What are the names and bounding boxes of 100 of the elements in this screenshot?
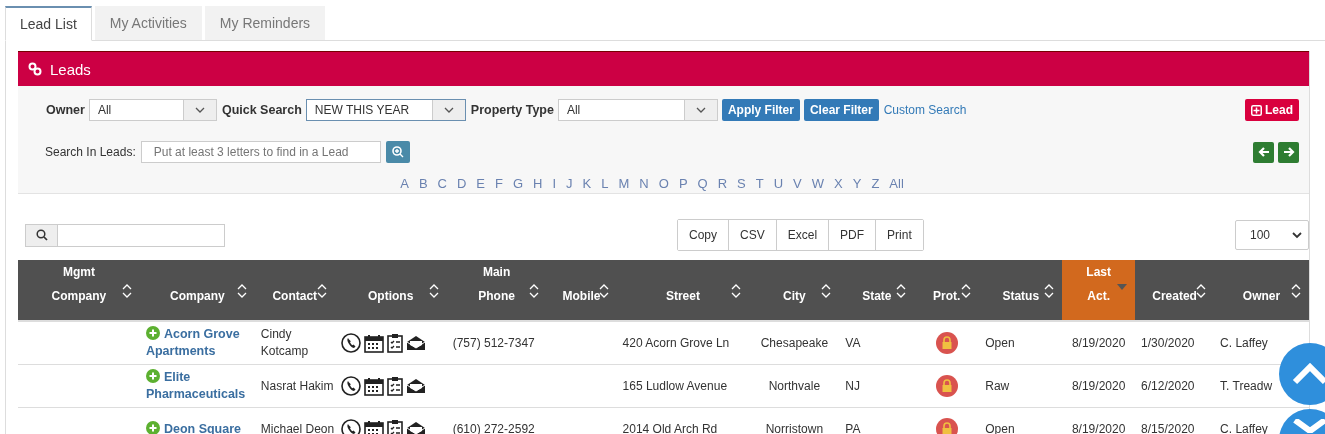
column-header[interactable]: Main Phone xyxy=(446,260,547,320)
tab[interactable]: My Activities xyxy=(94,6,202,40)
letter-link[interactable]: D xyxy=(454,176,469,191)
tab[interactable]: Lead List xyxy=(5,6,92,41)
sort-icon xyxy=(1291,284,1301,298)
column-header[interactable]: Last Act. xyxy=(1062,260,1136,320)
letter-link[interactable]: R xyxy=(715,176,730,191)
phone-icon[interactable] xyxy=(340,419,361,434)
letter-link[interactable]: A xyxy=(398,176,411,191)
company-link[interactable]: Acorn Grove Apartments xyxy=(145,326,255,360)
table-cell: (757) 512-7347 xyxy=(452,334,535,352)
clipboard-icon[interactable] xyxy=(386,376,403,396)
letter-link[interactable]: C xyxy=(435,176,449,191)
letter-link[interactable]: Q xyxy=(695,176,710,191)
letter-link[interactable]: L xyxy=(599,176,611,191)
letter-link[interactable]: P xyxy=(676,176,690,191)
column-header[interactable]: Prot. xyxy=(914,260,980,320)
previous-button[interactable] xyxy=(1253,141,1274,163)
zoom-search-button[interactable] xyxy=(385,141,410,163)
column-header[interactable]: Options xyxy=(334,260,447,320)
chevron-down-icon xyxy=(1292,231,1302,239)
arrow-right-icon xyxy=(1282,146,1295,158)
envelope-icon[interactable] xyxy=(405,421,426,434)
add-lead-button[interactable]: Lead xyxy=(1245,99,1299,121)
envelope-icon[interactable] xyxy=(405,378,426,394)
table-search-field[interactable] xyxy=(25,223,225,247)
letter-link[interactable]: O xyxy=(656,176,671,191)
caret-icon xyxy=(695,107,706,113)
column-header[interactable]: Contact xyxy=(254,260,335,320)
letter-link[interactable]: T xyxy=(753,176,766,191)
link-icon xyxy=(28,62,42,76)
letter-link[interactable]: K xyxy=(580,176,594,191)
sort-icon xyxy=(316,284,327,298)
column-header[interactable]: Mgmt Company xyxy=(18,260,140,320)
column-header[interactable]: Created xyxy=(1135,260,1215,320)
letter-link[interactable]: Y xyxy=(850,176,864,191)
company-link[interactable]: Elite Pharmaceuticals xyxy=(145,369,255,403)
column-header[interactable]: City xyxy=(749,260,840,320)
letter-link[interactable]: S xyxy=(735,176,748,191)
search-field[interactable]: Put at least 3 letters to find in a Lead xyxy=(140,141,381,163)
arrow-left-icon xyxy=(1257,146,1270,158)
export-button[interactable]: Copy xyxy=(678,220,729,250)
panel-title: Leads xyxy=(50,60,91,78)
phone-icon[interactable] xyxy=(340,376,361,396)
property-type-select[interactable]: All xyxy=(557,99,718,121)
letter-link[interactable]: All xyxy=(887,176,906,191)
tab[interactable]: My Reminders xyxy=(204,6,326,40)
clipboard-icon[interactable] xyxy=(386,333,403,353)
column-header[interactable]: Street xyxy=(616,260,750,320)
quick-search-select[interactable]: NEW THIS YEAR xyxy=(305,99,466,121)
column-header[interactable]: Mobile xyxy=(546,260,617,320)
sort-down-icon xyxy=(1117,284,1128,290)
sort-icon xyxy=(236,284,247,298)
letter-link[interactable]: U xyxy=(771,176,786,191)
letter-link[interactable]: W xyxy=(809,176,827,191)
apply-filter-button[interactable]: Apply Filter xyxy=(721,99,800,121)
envelope-icon[interactable] xyxy=(405,335,426,351)
column-header[interactable]: Owner xyxy=(1214,260,1309,320)
letter-link[interactable]: X xyxy=(832,176,845,191)
lock-icon[interactable] xyxy=(935,375,958,397)
sort-icon xyxy=(821,284,832,298)
letter-link[interactable]: I xyxy=(550,176,559,191)
table-cell: Norristown xyxy=(765,420,824,434)
clipboard-icon[interactable] xyxy=(386,419,403,434)
table-cell: Open xyxy=(985,334,1015,352)
page-size-select[interactable]: 100 xyxy=(1235,220,1309,250)
letter-link[interactable]: Z xyxy=(869,176,882,191)
letter-link[interactable]: B xyxy=(416,176,430,191)
letter-link[interactable]: M xyxy=(616,176,632,191)
phone-icon[interactable] xyxy=(340,333,361,353)
scroll-up-button[interactable] xyxy=(1279,343,1325,405)
letter-link[interactable]: N xyxy=(637,176,651,191)
lock-icon[interactable] xyxy=(935,418,958,434)
table-cell-text: Cindy Kotcamp xyxy=(260,326,310,360)
sort-icon xyxy=(121,284,132,298)
table-cell: 2014 Old Arch Rd xyxy=(622,420,718,434)
letter-link[interactable]: F xyxy=(493,176,505,191)
calendar-icon[interactable] xyxy=(363,419,384,434)
sort-icon xyxy=(428,284,439,298)
column-header[interactable]: Status xyxy=(979,260,1063,320)
table-cell: 1/30/2020 xyxy=(1141,334,1195,352)
table-cell: Northvale xyxy=(768,377,821,395)
search-icon xyxy=(391,146,404,158)
letter-link[interactable]: V xyxy=(791,176,804,191)
letter-link[interactable]: E xyxy=(474,176,487,191)
calendar-icon[interactable] xyxy=(363,376,384,396)
column-header[interactable]: State xyxy=(839,260,915,320)
column-header[interactable]: Company xyxy=(139,260,255,320)
custom-search-link[interactable]: Custom Search xyxy=(883,103,967,117)
next-button[interactable] xyxy=(1278,141,1299,163)
calendar-icon[interactable] xyxy=(363,333,384,353)
clear-filter-button[interactable]: Clear Filter xyxy=(803,99,879,121)
letter-link[interactable]: G xyxy=(510,176,526,191)
sort-icon xyxy=(1044,284,1055,298)
owner-select[interactable]: All xyxy=(88,99,217,121)
letter-link[interactable]: H xyxy=(531,176,545,191)
lock-icon[interactable] xyxy=(935,332,958,354)
sort-icon xyxy=(896,284,907,298)
letter-link[interactable]: J xyxy=(564,176,575,191)
table-cell: 165 Ludlow Avenue xyxy=(622,377,728,395)
